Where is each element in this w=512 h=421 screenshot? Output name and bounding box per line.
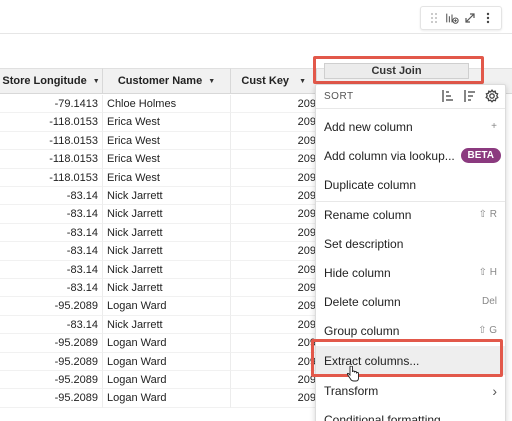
menu-item-label: Duplicate column: [324, 177, 417, 192]
cell-cust-key[interactable]: 209: [231, 315, 317, 335]
cell-customer-name[interactable]: Chloe Holmes: [103, 95, 231, 114]
menu-item-shortcut: ⇧ H: [478, 267, 497, 278]
highlight-box: [311, 339, 503, 377]
menu-item-add-column-via-lookup[interactable]: Add column via lookup... BETA: [316, 141, 505, 170]
menu-item-label: Delete column: [324, 294, 401, 309]
menu-item-label: Add new column: [324, 119, 413, 134]
element-toolbar: [420, 6, 502, 30]
menu-item-set-description[interactable]: Set description: [316, 229, 505, 258]
cell-cust-key[interactable]: 209: [231, 150, 317, 169]
menu-item-label: Conditional formatting: [324, 412, 441, 421]
cell-store-longitude[interactable]: -118.0153: [0, 168, 103, 187]
cell-customer-name[interactable]: Logan Ward: [103, 389, 231, 408]
plus-icon: +: [491, 121, 497, 132]
menu-item-transform[interactable]: Transform ›: [316, 376, 505, 405]
caret-down-icon[interactable]: ▼: [93, 78, 100, 85]
cell-customer-name[interactable]: Logan Ward: [103, 371, 231, 390]
chevron-right-icon: ›: [492, 382, 497, 399]
cell-customer-name[interactable]: Nick Jarrett: [103, 315, 231, 335]
menu-item-delete-column[interactable]: Delete column Del: [316, 287, 505, 316]
menu-item-hide-column[interactable]: Hide column ⇧ H: [316, 258, 505, 287]
menu-item-label: Hide column: [324, 265, 391, 280]
menu-item-conditional-formatting[interactable]: Conditional formatting: [316, 405, 505, 421]
cell-cust-key[interactable]: 209: [231, 389, 317, 408]
menu-item-label: Set description: [324, 236, 404, 251]
cell-store-longitude[interactable]: -95.2089: [0, 371, 103, 390]
cell-cust-key[interactable]: 209: [231, 168, 317, 187]
cell-customer-name[interactable]: Nick Jarrett: [103, 242, 231, 261]
column-header-customer-name[interactable]: Customer Name ▼: [103, 68, 231, 94]
menu-item-shortcut: ⇧ G: [478, 325, 497, 336]
drag-handle-icon[interactable]: [427, 11, 441, 25]
sort-descending-icon[interactable]: [463, 89, 477, 106]
cell-customer-name[interactable]: Nick Jarrett: [103, 187, 231, 206]
cell-store-longitude[interactable]: -83.14: [0, 242, 103, 261]
cell-customer-name[interactable]: Nick Jarrett: [103, 205, 231, 224]
cell-customer-name[interactable]: Logan Ward: [103, 352, 231, 371]
cell-customer-name[interactable]: Logan Ward: [103, 334, 231, 353]
cell-cust-key[interactable]: 209: [231, 223, 317, 243]
cell-store-longitude[interactable]: -118.0153: [0, 150, 103, 169]
add-element-icon[interactable]: [445, 11, 459, 25]
cell-customer-name[interactable]: Nick Jarrett: [103, 279, 231, 298]
cell-store-longitude[interactable]: -83.14: [0, 260, 103, 279]
hand-cursor-icon: [346, 365, 360, 387]
cell-store-longitude[interactable]: -95.2089: [0, 297, 103, 316]
cell-cust-key[interactable]: 209: [231, 205, 317, 224]
menu-item-rename-column[interactable]: Rename column ⇧ R: [316, 200, 505, 229]
divider: [0, 33, 512, 34]
cell-store-longitude[interactable]: -83.14: [0, 187, 103, 206]
column-header-cust-key[interactable]: Cust Key ▼: [231, 68, 317, 94]
cell-store-longitude[interactable]: -95.2089: [0, 389, 103, 408]
cell-store-longitude[interactable]: -83.14: [0, 223, 103, 243]
cell-cust-key[interactable]: 209: [231, 371, 317, 390]
menu-item-label: Add column via lookup...: [324, 148, 455, 163]
cell-store-longitude[interactable]: -95.2089: [0, 352, 103, 371]
menu-item-label: Group column: [324, 323, 400, 338]
cell-cust-key[interactable]: 209: [231, 242, 317, 261]
cell-cust-key[interactable]: 209: [231, 279, 317, 298]
sort-ascending-icon[interactable]: [441, 89, 455, 106]
menu-item-add-new-column[interactable]: Add new column +: [316, 112, 505, 141]
cell-customer-name[interactable]: Nick Jarrett: [103, 223, 231, 243]
cell-customer-name[interactable]: Erica West: [103, 113, 231, 132]
cell-store-longitude[interactable]: -95.2089: [0, 334, 103, 353]
cell-store-longitude[interactable]: -83.14: [0, 315, 103, 335]
gear-icon[interactable]: [485, 89, 499, 106]
caret-down-icon[interactable]: ▼: [208, 78, 215, 85]
cell-store-longitude[interactable]: -118.0153: [0, 131, 103, 151]
column-header-label: Customer Name: [117, 75, 203, 87]
cell-customer-name[interactable]: Erica West: [103, 168, 231, 187]
cell-cust-key[interactable]: 209: [231, 297, 317, 316]
cell-store-longitude[interactable]: -83.14: [0, 279, 103, 298]
caret-down-icon[interactable]: ▼: [299, 78, 306, 85]
menu-item-duplicate-column[interactable]: Duplicate column: [316, 170, 505, 199]
menu-item-shortcut: ⇧ R: [478, 209, 497, 220]
more-icon[interactable]: [481, 11, 495, 25]
menu-item-shortcut: Del: [481, 296, 497, 307]
cell-store-longitude[interactable]: -83.14: [0, 205, 103, 224]
beta-badge: BETA: [460, 148, 501, 163]
cell-cust-key[interactable]: 209: [231, 352, 317, 371]
cell-customer-name[interactable]: Nick Jarrett: [103, 260, 231, 279]
column-header-store-longitude[interactable]: Store Longitude ▼: [0, 68, 103, 94]
cell-customer-name[interactable]: Erica West: [103, 131, 231, 151]
cell-customer-name[interactable]: Logan Ward: [103, 297, 231, 316]
menu-item-label: Rename column: [324, 207, 412, 222]
cell-cust-key[interactable]: 209: [231, 334, 317, 353]
cell-cust-key[interactable]: 209: [231, 260, 317, 279]
sort-section: SORT: [316, 85, 505, 109]
cell-cust-key[interactable]: 209: [231, 113, 317, 132]
column-header-label: Store Longitude: [2, 75, 87, 87]
cell-cust-key[interactable]: 209: [231, 131, 317, 151]
cell-store-longitude[interactable]: -79.1413: [0, 95, 103, 114]
highlight-box: [313, 56, 484, 84]
column-header-label: Cust Key: [241, 75, 290, 87]
expand-icon[interactable]: [463, 11, 477, 25]
cell-customer-name[interactable]: Erica West: [103, 150, 231, 169]
sort-label: SORT: [324, 91, 354, 102]
cell-cust-key[interactable]: 209: [231, 187, 317, 206]
cell-cust-key[interactable]: 209: [231, 95, 317, 114]
cell-store-longitude[interactable]: -118.0153: [0, 113, 103, 132]
